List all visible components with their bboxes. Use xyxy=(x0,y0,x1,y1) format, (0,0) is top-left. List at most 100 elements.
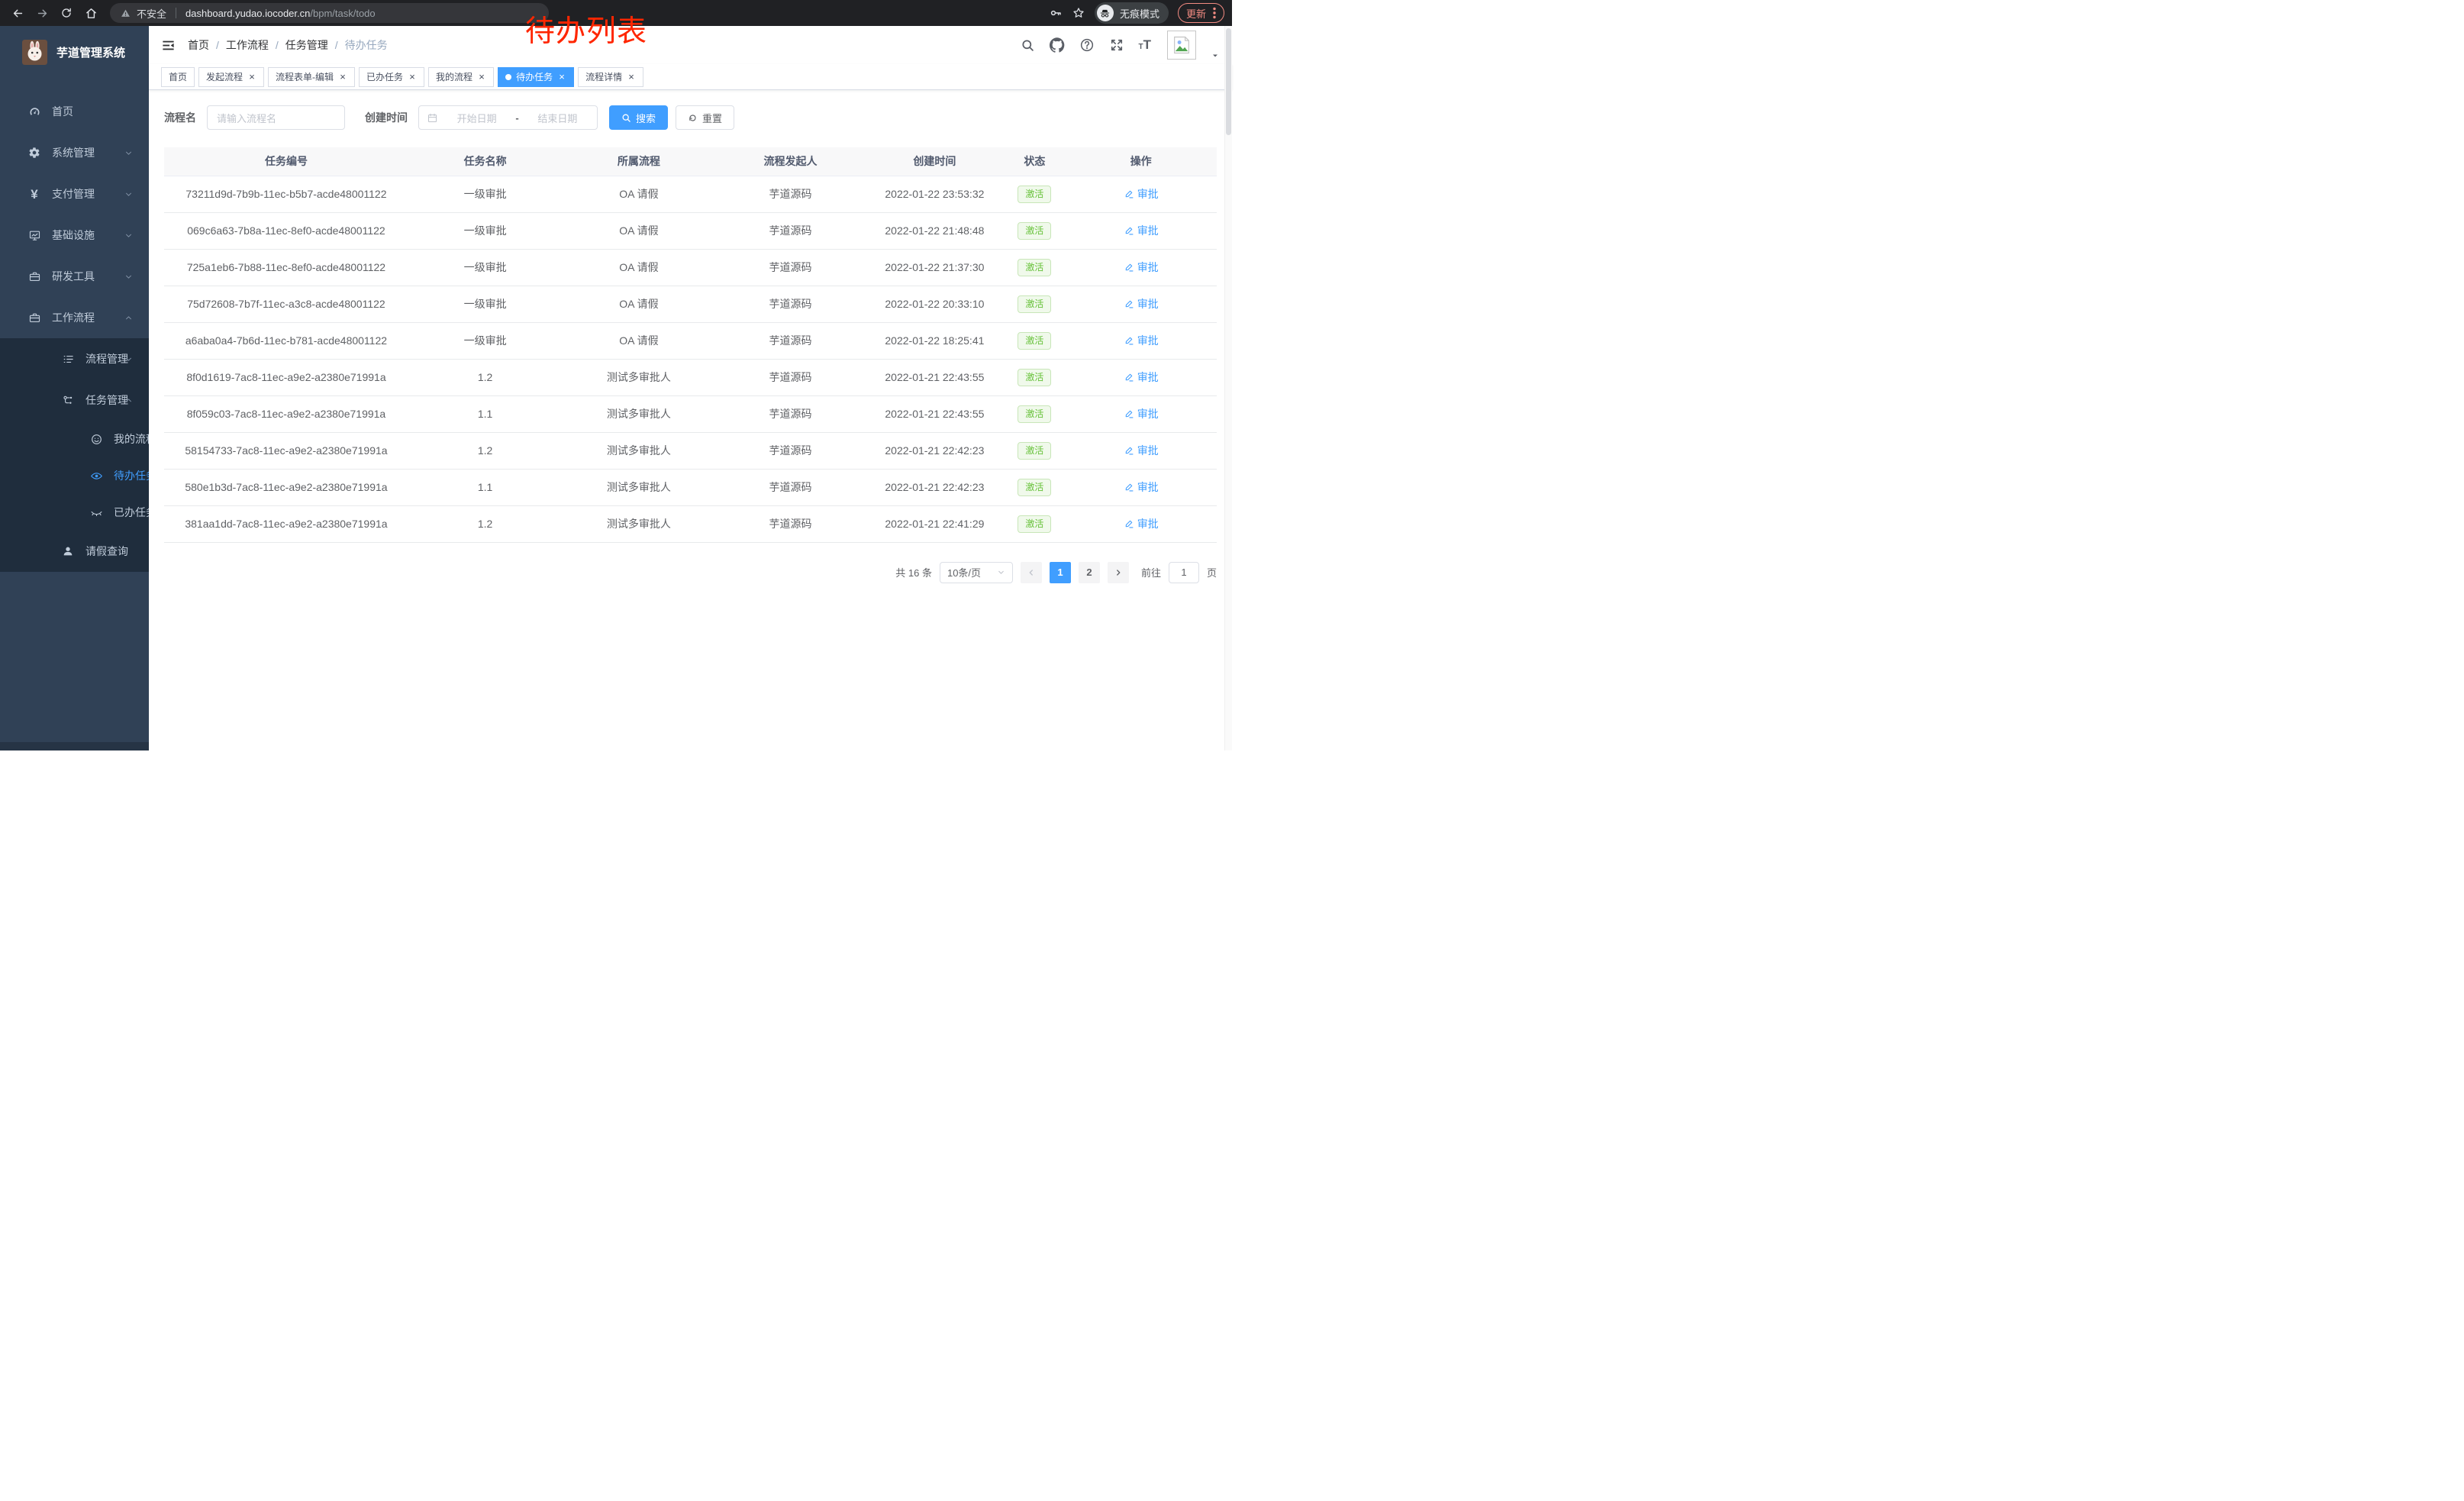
tab-close-icon[interactable]: × xyxy=(557,72,566,82)
sidebar-item-研发工具[interactable]: 研发工具 xyxy=(0,256,149,297)
tab-流程详情[interactable]: 流程详情× xyxy=(578,67,643,87)
refresh-icon xyxy=(688,113,698,123)
breadcrumb-item: 待办任务 xyxy=(345,37,388,53)
approve-link[interactable]: 审批 xyxy=(1124,186,1159,202)
breadcrumb-item[interactable]: 工作流程 xyxy=(226,37,269,53)
breadcrumb-item[interactable]: 首页 xyxy=(188,37,209,53)
end-date-placeholder: 结束日期 xyxy=(526,111,589,125)
tab-close-icon[interactable]: × xyxy=(247,72,256,82)
sidebar-footer-bar xyxy=(0,742,149,750)
tab-close-icon[interactable]: × xyxy=(408,72,417,82)
browser-back-button[interactable] xyxy=(8,3,27,23)
edit-pencil-icon xyxy=(1124,482,1134,492)
update-button[interactable]: 更新 xyxy=(1178,3,1224,23)
sidebar-item-支付管理[interactable]: ¥支付管理 xyxy=(0,173,149,215)
approve-link[interactable]: 审批 xyxy=(1124,406,1159,421)
table-row: 73211d9d-7b9b-11ec-b5b7-acde48001122一级审批… xyxy=(164,176,1217,212)
process-name-input[interactable]: 请输入流程名 xyxy=(207,105,345,130)
cell-task-name: 一级审批 xyxy=(408,249,562,286)
cell-process: 测试多审批人 xyxy=(562,469,715,505)
prev-page-button[interactable] xyxy=(1021,562,1042,583)
incognito-badge[interactable]: 无痕模式 xyxy=(1095,2,1169,24)
table-column-header: 创建时间 xyxy=(865,147,1004,176)
approve-link[interactable]: 审批 xyxy=(1124,443,1159,458)
approve-link[interactable]: 审批 xyxy=(1124,370,1159,385)
caret-down-icon[interactable] xyxy=(1211,51,1220,60)
approve-link[interactable]: 审批 xyxy=(1124,333,1159,348)
status-badge: 激活 xyxy=(1018,222,1051,240)
password-key-icon[interactable] xyxy=(1049,6,1063,20)
update-label: 更新 xyxy=(1186,6,1206,21)
search-icon[interactable] xyxy=(1021,38,1035,53)
tab-已办任务[interactable]: 已办任务× xyxy=(359,67,424,87)
github-icon[interactable] xyxy=(1050,37,1065,53)
start-date-placeholder: 开始日期 xyxy=(445,111,508,125)
table-column-header: 操作 xyxy=(1065,147,1217,176)
sidebar-item-流程管理[interactable]: 流程管理 xyxy=(0,338,149,379)
cell-initiator: 芋道源码 xyxy=(716,469,866,505)
cell-initiator: 芋道源码 xyxy=(716,322,866,359)
cell-task-name: 1.1 xyxy=(408,469,562,505)
browser-reload-button[interactable] xyxy=(56,3,76,23)
sidebar-item-系统管理[interactable]: 系统管理 xyxy=(0,132,149,173)
goto-label: 前往 xyxy=(1141,565,1161,579)
bookmark-star-icon[interactable] xyxy=(1072,6,1085,20)
tab-流程表单-编辑[interactable]: 流程表单-编辑× xyxy=(268,67,355,87)
page-size-select[interactable]: 10条/页 xyxy=(940,562,1013,583)
browser-forward-button[interactable] xyxy=(32,3,52,23)
date-range-separator: - xyxy=(515,112,518,124)
sidebar-menu: 首页系统管理¥支付管理基础设施研发工具工作流程流程管理任务管理我的流程待办任务已… xyxy=(0,72,149,572)
page-button-1[interactable]: 1 xyxy=(1050,562,1071,583)
reset-button[interactable]: 重置 xyxy=(676,105,734,130)
next-page-button[interactable] xyxy=(1108,562,1129,583)
not-secure-warning-icon xyxy=(121,8,131,18)
tab-close-icon[interactable]: × xyxy=(627,72,636,82)
sidebar-item-工作流程[interactable]: 工作流程 xyxy=(0,297,149,338)
sidebar-item-首页[interactable]: 首页 xyxy=(0,91,149,132)
page-unit-label: 页 xyxy=(1207,565,1217,579)
font-size-icon[interactable]: TT xyxy=(1139,37,1152,53)
approve-link[interactable]: 审批 xyxy=(1124,516,1159,531)
sidebar-item-已办任务[interactable]: 已办任务 xyxy=(0,494,149,531)
tab-待办任务[interactable]: 待办任务× xyxy=(498,67,574,87)
avatar[interactable] xyxy=(1167,31,1196,60)
fullscreen-icon[interactable] xyxy=(1109,37,1124,53)
tab-首页[interactable]: 首页 xyxy=(161,67,195,87)
sidebar-item-待办任务[interactable]: 待办任务 xyxy=(0,457,149,494)
breadcrumb-item[interactable]: 任务管理 xyxy=(285,37,328,53)
approve-link[interactable]: 审批 xyxy=(1124,296,1159,311)
date-range-picker[interactable]: 开始日期 - 结束日期 xyxy=(418,105,598,130)
tab-发起流程[interactable]: 发起流程× xyxy=(198,67,264,87)
edit-pencil-icon xyxy=(1124,408,1134,419)
approve-link[interactable]: 审批 xyxy=(1124,223,1159,238)
cell-task-name: 一级审批 xyxy=(408,212,562,249)
sidebar-item-请假查询[interactable]: 请假查询 xyxy=(0,531,149,572)
sidebar-item-任务管理[interactable]: 任务管理 xyxy=(0,379,149,421)
approve-link[interactable]: 审批 xyxy=(1124,479,1159,495)
browser-home-button[interactable] xyxy=(81,3,101,23)
briefcase-icon xyxy=(27,311,41,324)
sidebar-collapse-icon[interactable] xyxy=(161,38,176,53)
help-question-icon[interactable] xyxy=(1079,37,1095,53)
cell-process: OA 请假 xyxy=(562,249,715,286)
cell-initiator: 芋道源码 xyxy=(716,212,866,249)
approve-link[interactable]: 审批 xyxy=(1124,260,1159,275)
tab-close-icon[interactable]: × xyxy=(338,72,347,82)
list-icon xyxy=(61,353,75,366)
page-scrollbar[interactable] xyxy=(1224,26,1232,750)
sidebar-item-我的流程[interactable]: 我的流程 xyxy=(0,421,149,457)
search-button[interactable]: 搜索 xyxy=(609,105,668,130)
page-button-2[interactable]: 2 xyxy=(1079,562,1100,583)
scrollbar-thumb[interactable] xyxy=(1226,28,1231,135)
status-badge: 激活 xyxy=(1018,515,1051,533)
sidebar-item-基础设施[interactable]: 基础设施 xyxy=(0,215,149,256)
browser-menu-dots-icon[interactable] xyxy=(1213,7,1216,19)
app-header: 首页/工作流程/任务管理/待办任务 TT xyxy=(149,26,1232,64)
breadcrumb-separator: / xyxy=(276,39,279,51)
address-bar[interactable]: 不安全 dashboard.yudao.iocoder.cn/bpm/task/… xyxy=(110,3,549,23)
goto-page-input[interactable]: 1 xyxy=(1169,562,1199,583)
tab-我的流程[interactable]: 我的流程× xyxy=(428,67,494,87)
calendar-icon xyxy=(427,112,438,124)
tab-close-icon[interactable]: × xyxy=(477,72,486,82)
sidebar-logo-row[interactable]: 芋道管理系统 xyxy=(0,32,149,72)
